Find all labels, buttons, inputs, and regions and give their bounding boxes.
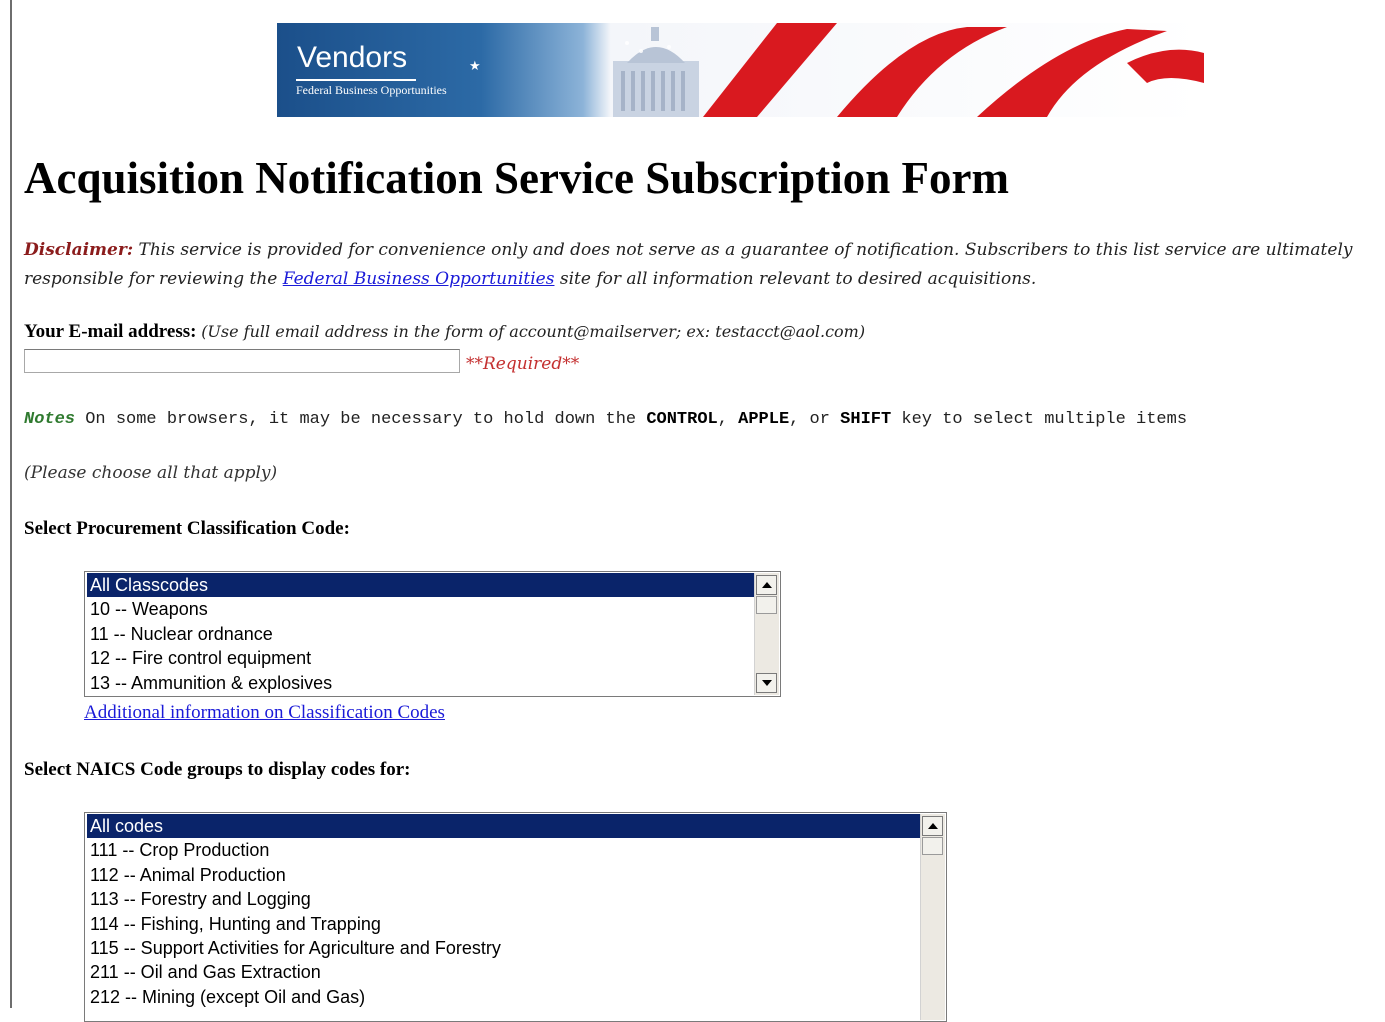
flag-stripe-2 [837,27,1007,117]
email-field[interactable] [24,349,460,373]
scroll-thumb[interactable] [756,596,777,614]
naics-option[interactable]: 113 -- Forestry and Logging [87,887,920,911]
naics-scrollbar[interactable] [920,814,945,1020]
page-title: Acquisition Notification Service Subscri… [24,153,1009,203]
disclaimer: Disclaimer: This service is provided for… [24,236,1379,294]
naics-listbox[interactable]: All codes 111 -- Crop Production 112 -- An… [84,812,947,1022]
notes-text-end: key to select multiple items [901,410,1188,429]
notes-text: On some browsers, it may be necessary to… [85,410,637,429]
notes-line: Notes On some browsers, it may be necess… [24,409,1187,431]
classification-option[interactable]: 12 -- Fire control equipment [87,646,754,670]
classification-option[interactable]: 11 -- Nuclear ordnance [87,622,754,646]
naics-options: All codes 111 -- Crop Production 112 -- An… [87,814,920,1009]
arrow-up-icon [927,823,938,829]
scroll-up-button[interactable] [922,816,943,836]
flag-stripe-1 [703,23,837,117]
classification-option[interactable]: 10 -- Weapons [87,597,754,621]
classification-options: All Classcodes 10 -- Weapons 11 -- Nuclear… [87,573,754,695]
notes-label: Notes [24,410,76,429]
arrow-up-icon [761,582,772,588]
classification-info-link[interactable]: Additional information on Classification… [84,700,445,726]
capitol-dome-icon [613,27,699,117]
flag-capitol-graphic [613,23,1204,117]
banner-subtitle: Federal Business Opportunities [296,83,447,97]
key-shift: SHIFT [840,410,892,429]
banner-underline [296,79,416,81]
banner-title: Vendors [297,41,408,74]
key-apple: APPLE [738,410,790,429]
required-marker: **Required** [466,354,580,374]
scroll-down-button[interactable] [756,673,777,693]
email-hint: (Use full email address in the form of a… [201,322,866,341]
disclaimer-lead: Disclaimer: [24,240,134,260]
naics-option[interactable]: 115 -- Support Activities for Agricultur… [87,936,920,960]
naics-option[interactable]: 212 -- Mining (except Oil and Gas) [87,985,920,1009]
email-label-row: Your E-mail address: (Use full email add… [24,319,865,345]
naics-label: Select NAICS Code groups to display code… [24,759,411,780]
notes-sep-or: , or [789,410,830,429]
disclaimer-text-end: site for all information relevant to des… [559,269,1037,289]
vendors-banner: Vendors ★ Federal Business Opportunities [277,23,1204,117]
fbo-link[interactable]: Federal Business Opportunities [283,269,555,289]
classification-label: Select Procurement Classification Code: [24,518,350,539]
flag-stripe-4 [1127,49,1204,83]
classification-option[interactable]: All Classcodes [87,573,754,598]
arrow-down-icon [761,680,772,686]
naics-option[interactable]: All codes [87,814,920,839]
scroll-up-button[interactable] [756,575,777,595]
naics-option[interactable]: 112 -- Animal Production [87,863,920,887]
notes-sep: , [717,410,728,429]
classification-scrollbar[interactable] [754,573,779,695]
page-left-border [10,0,12,1008]
naics-option[interactable]: 211 -- Oil and Gas Extraction [87,960,920,984]
scroll-thumb[interactable] [922,837,943,855]
email-label: Your E-mail address: [24,321,197,342]
classification-listbox[interactable]: All Classcodes 10 -- Weapons 11 -- Nuclear… [84,571,781,697]
naics-option[interactable]: 114 -- Fishing, Hunting and Trapping [87,912,920,936]
choose-instruction: (Please choose all that apply) [24,463,278,483]
classification-option[interactable]: 13 -- Ammunition & explosives [87,671,754,695]
naics-option[interactable]: 111 -- Crop Production [87,838,920,862]
key-control: CONTROL [646,410,718,429]
banner-star-icon: ★ [469,59,481,74]
